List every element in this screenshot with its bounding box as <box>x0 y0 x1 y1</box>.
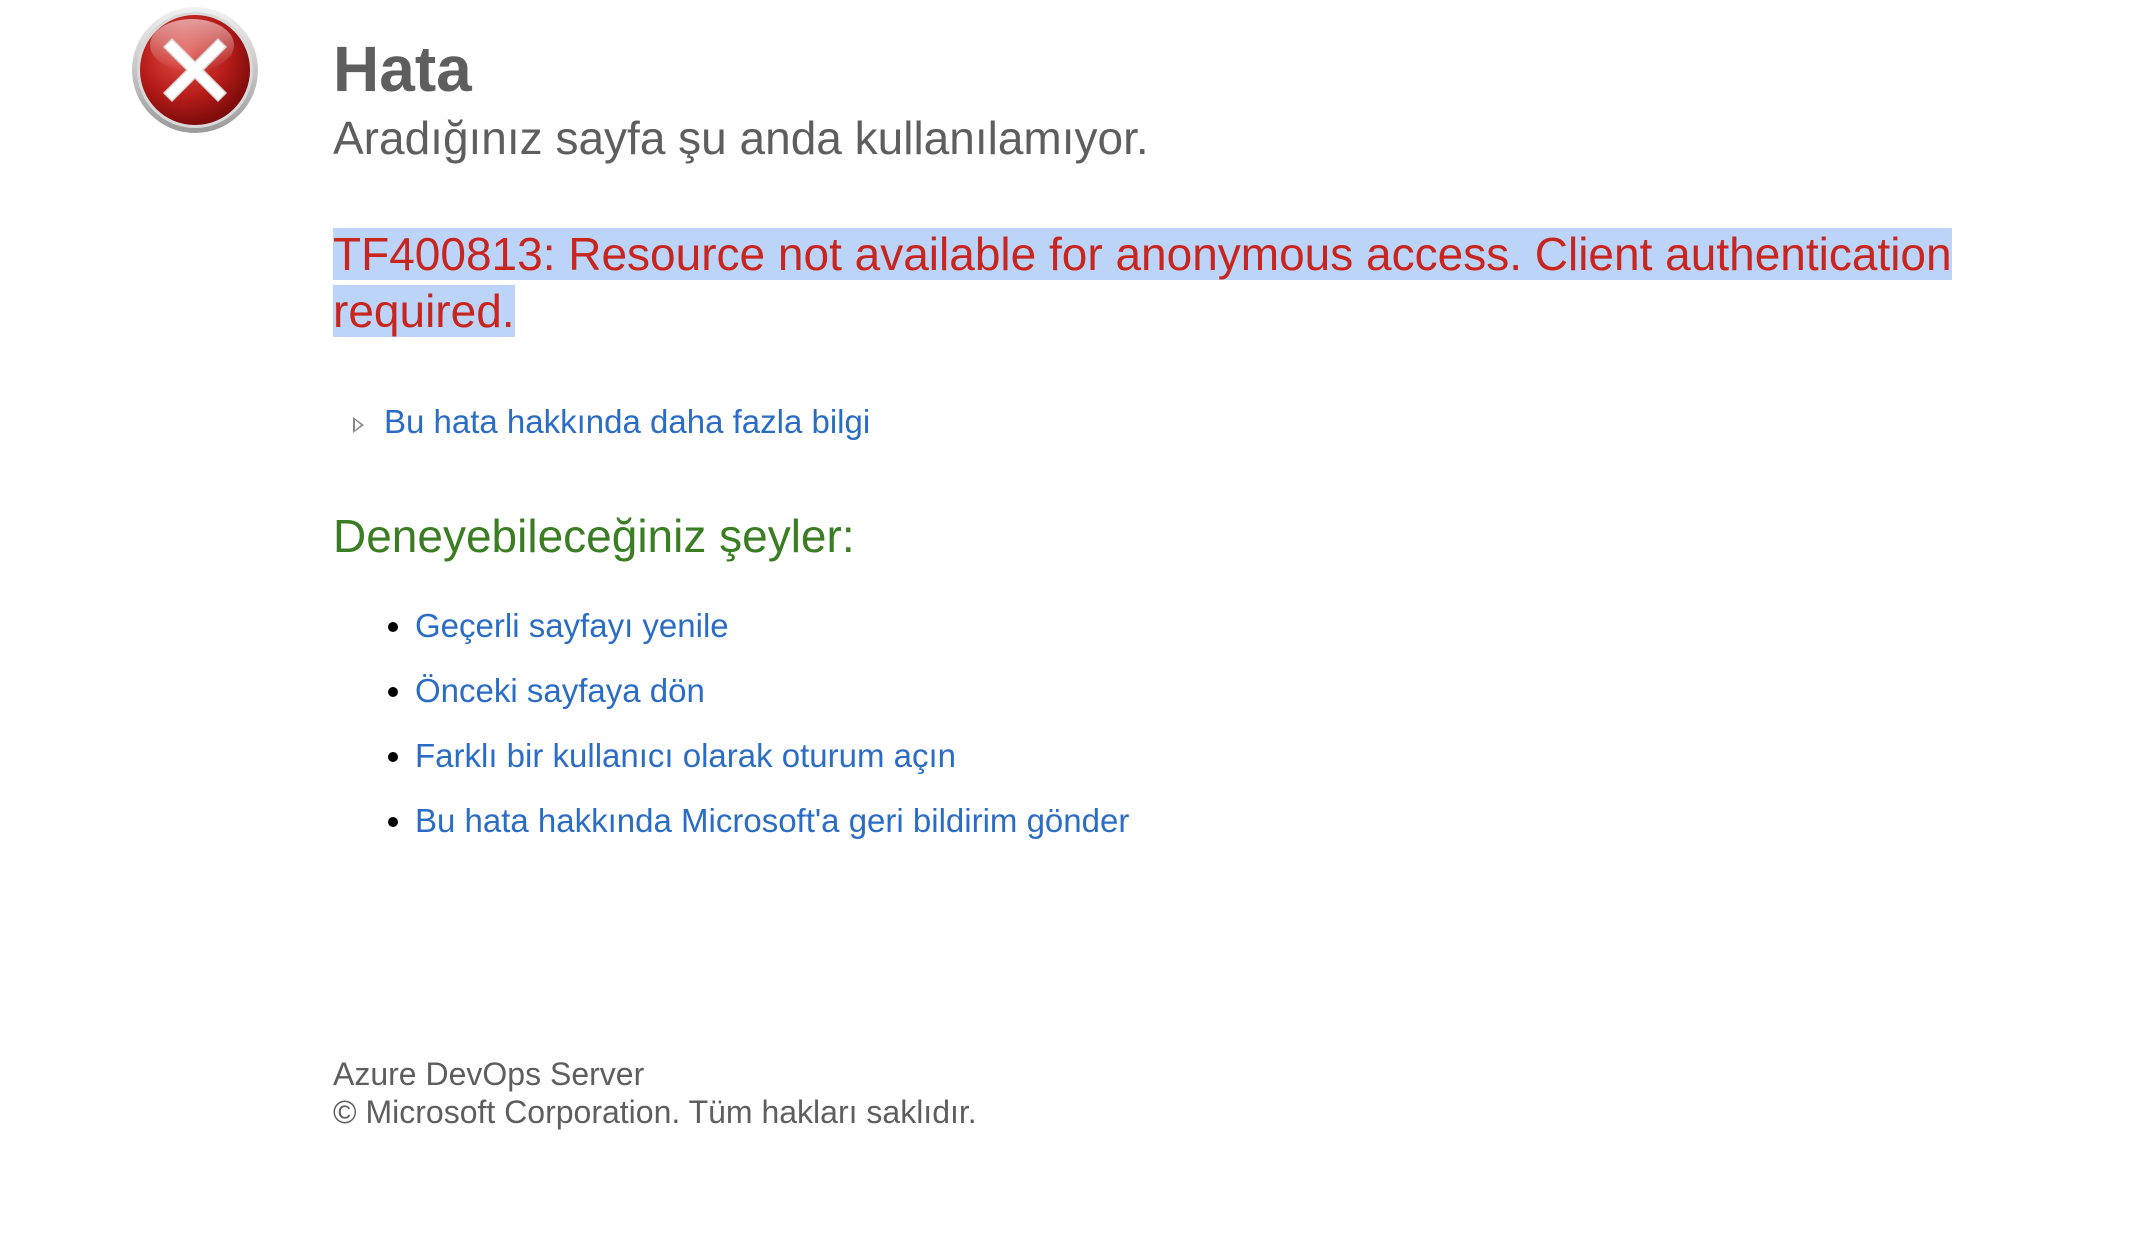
suggestions-heading: Deneyebileceğiniz şeyler: <box>333 510 855 562</box>
list-item: Bu hata hakkında Microsoft'a geri bildir… <box>415 801 2123 841</box>
expand-triangle-icon[interactable] <box>353 417 364 433</box>
list-item: Önceki sayfaya dön <box>415 671 2123 711</box>
sign-in-different-user-link[interactable]: Farklı bir kullanıcı olarak oturum açın <box>415 737 956 774</box>
page-subtitle: Aradığınız sayfa şu anda kullanılamıyor. <box>333 112 1149 164</box>
list-item: Farklı bir kullanıcı olarak oturum açın <box>415 736 2123 776</box>
go-back-link[interactable]: Önceki sayfaya dön <box>415 672 705 709</box>
list-item: Geçerli sayfayı yenile <box>415 606 2123 646</box>
error-message: TF400813: Resource not available for ano… <box>333 226 2063 340</box>
error-content: Hata Aradığınız sayfa şu anda kullanılam… <box>333 28 2123 866</box>
refresh-page-link[interactable]: Geçerli sayfayı yenile <box>415 607 729 644</box>
footer-copyright: © Microsoft Corporation. Tüm hakları sak… <box>333 1094 977 1130</box>
error-page: Hata Aradığınız sayfa şu anda kullanılam… <box>0 0 2154 1238</box>
footer: Azure DevOps Server © Microsoft Corporat… <box>333 1055 977 1131</box>
page-title: Hata <box>333 33 472 105</box>
error-message-text[interactable]: TF400813: Resource not available for ano… <box>333 228 1952 337</box>
more-info-toggle[interactable]: Bu hata hakkında daha fazla bilgi <box>353 402 2123 442</box>
send-feedback-link[interactable]: Bu hata hakkında Microsoft'a geri bildir… <box>415 802 1129 839</box>
footer-product: Azure DevOps Server <box>333 1056 645 1092</box>
error-x-icon <box>132 7 258 133</box>
suggestions-list: Geçerli sayfayı yenile Önceki sayfaya dö… <box>333 606 2123 841</box>
more-info-link[interactable]: Bu hata hakkında daha fazla bilgi <box>384 403 870 441</box>
